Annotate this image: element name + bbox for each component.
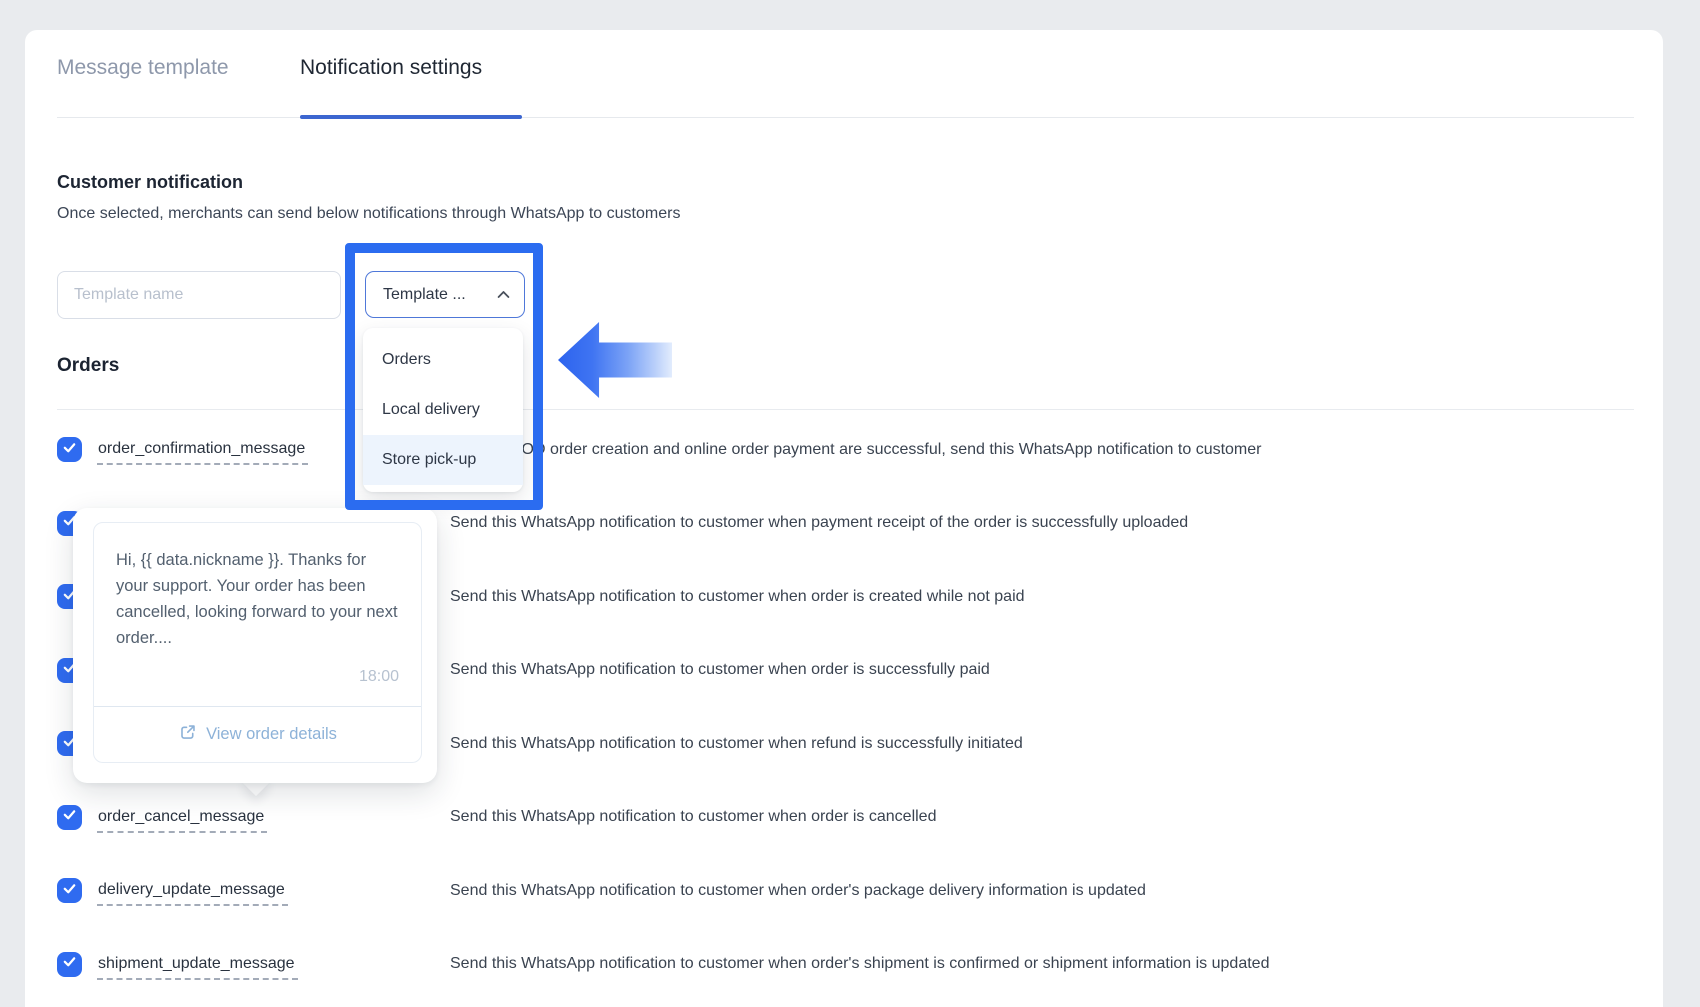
row-label[interactable]: shipment_update_message bbox=[97, 955, 298, 980]
row-description: Send this WhatsApp notification to custo… bbox=[450, 514, 1188, 532]
chevron-up-icon bbox=[497, 286, 510, 304]
notification-row: shipment_update_message Send this WhatsA… bbox=[0, 928, 1700, 1002]
notification-settings-page: Message template Notification settings C… bbox=[0, 0, 1700, 1007]
row-label[interactable]: delivery_update_message bbox=[97, 881, 288, 906]
active-tab-underline bbox=[300, 115, 522, 119]
view-order-details-label: View order details bbox=[206, 725, 337, 744]
row-description: Send this WhatsApp notification to custo… bbox=[450, 882, 1146, 900]
row-label[interactable]: order_cancel_message bbox=[97, 808, 267, 833]
group-divider bbox=[57, 409, 1634, 410]
message-preview-time: 18:00 bbox=[94, 651, 421, 706]
dropdown-option[interactable]: Orders bbox=[363, 335, 523, 385]
checkmark-icon bbox=[62, 881, 77, 901]
dropdown-option[interactable]: Local delivery bbox=[363, 385, 523, 435]
row-description: COD order creation and online order paym… bbox=[510, 441, 1261, 459]
section-subtitle: Once selected, merchants can send below … bbox=[57, 205, 680, 223]
tab-notification-settings[interactable]: Notification settings bbox=[300, 56, 482, 80]
template-type-value: Template ... bbox=[383, 286, 489, 304]
notification-checkbox[interactable] bbox=[57, 878, 82, 903]
row-label[interactable]: order_confirmation_message bbox=[97, 440, 308, 465]
tabs-divider bbox=[57, 117, 1634, 118]
notification-row: delivery_update_message Send this WhatsA… bbox=[0, 854, 1700, 928]
row-description: Send this WhatsApp notification to custo… bbox=[450, 588, 1025, 606]
notification-checkbox[interactable] bbox=[57, 437, 82, 462]
checkmark-icon bbox=[62, 440, 77, 460]
template-name-input[interactable] bbox=[57, 271, 341, 319]
message-preview-text: Hi, {{ data.nickname }}. Thanks for your… bbox=[94, 523, 421, 651]
row-description: Send this WhatsApp notification to custo… bbox=[450, 661, 990, 679]
notification-checkbox[interactable] bbox=[57, 952, 82, 977]
row-description: Send this WhatsApp notification to custo… bbox=[450, 735, 1023, 753]
dropdown-option[interactable]: Store pick-up bbox=[363, 435, 523, 485]
row-description: Send this WhatsApp notification to custo… bbox=[450, 955, 1269, 973]
message-preview-popover: Hi, {{ data.nickname }}. Thanks for your… bbox=[73, 508, 437, 783]
tab-message-template[interactable]: Message template bbox=[57, 56, 229, 80]
group-title-orders: Orders bbox=[57, 355, 119, 377]
template-type-select[interactable]: Template ... bbox=[365, 271, 525, 318]
external-link-icon bbox=[178, 723, 197, 747]
checkmark-icon bbox=[62, 807, 77, 827]
template-type-dropdown: OrdersLocal deliveryStore pick-up bbox=[363, 328, 523, 492]
row-description: Send this WhatsApp notification to custo… bbox=[450, 808, 936, 826]
notification-checkbox[interactable] bbox=[57, 805, 82, 830]
notification-row: order_confirmation_message COD order cre… bbox=[0, 413, 1700, 487]
view-order-details-link[interactable]: View order details bbox=[94, 707, 421, 762]
checkmark-icon bbox=[62, 954, 77, 974]
message-preview-card: Hi, {{ data.nickname }}. Thanks for your… bbox=[93, 522, 422, 763]
section-title: Customer notification bbox=[57, 172, 243, 193]
